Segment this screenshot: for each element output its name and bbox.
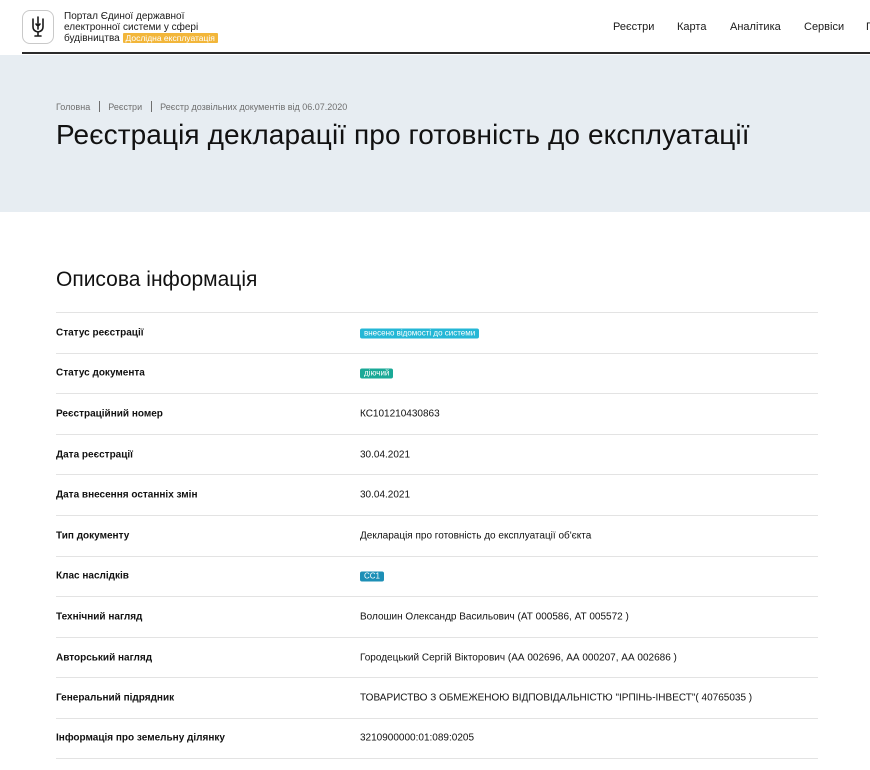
table-row: Генеральний підрядник ТОВАРИСТВО З ОБМЕЖ… [56, 677, 818, 718]
nav-item-map[interactable]: Карта [677, 21, 706, 33]
row-value: КС101210430863 [360, 408, 440, 420]
row-label: Дата реєстрації [56, 449, 133, 461]
breadcrumb-home[interactable]: Головна [56, 102, 90, 112]
document-status-badge: діючий [360, 368, 394, 379]
breadcrumb-permit-registry[interactable]: Реєстр дозвільних документів від 06.07.2… [160, 102, 347, 112]
site-header: Портал Єдиної державної електронної сист… [0, 0, 870, 54]
nav-item-truncated[interactable]: Г [866, 21, 870, 33]
table-row: Технічний нагляд Волошин Олександр Васил… [56, 596, 818, 637]
row-label: Авторський нагляд [56, 652, 153, 664]
main-nav: Реєстри Карта Аналітика Сервіси Г [0, 21, 870, 35]
table-row: Авторський нагляд Городецький Сергій Вік… [56, 636, 818, 678]
row-label: Інформація про земельну ділянку [56, 732, 225, 744]
row-label: Дата внесення останніх змін [56, 489, 198, 501]
row-value: Городецький Сергій Вікторович (АА 002696… [360, 652, 677, 664]
nav-item-registries[interactable]: Реєстри [613, 21, 654, 33]
breadcrumb: Головна Реєстри Реєстр дозвільних докуме… [56, 101, 347, 112]
nav-item-services[interactable]: Сервіси [804, 21, 844, 33]
page-hero: Головна Реєстри Реєстр дозвільних докуме… [0, 55, 870, 212]
table-row: Інформація про земельну ділянку 32109000… [56, 717, 818, 759]
row-label: Технічний нагляд [56, 611, 143, 623]
table-row: Реєстраційний номер КС101210430863 [56, 393, 818, 434]
row-value: діючий [360, 368, 394, 379]
row-value: внесено відомості до системи [360, 327, 480, 339]
table-row: Клас наслідків СС1 [56, 555, 818, 597]
table-row: Тип документу Декларація про готовність … [56, 514, 818, 556]
section-title: Описова інформація [56, 268, 258, 291]
table-row: Дата внесення останніх змін 30.04.2021 [56, 474, 818, 515]
row-value: ТОВАРИСТВО З ОБМЕЖЕНОЮ ВІДПОВІДАЛЬНІСТЮ … [360, 692, 753, 704]
row-value: Декларація про готовність до експлуатаці… [360, 530, 592, 542]
row-value: СС1 [360, 571, 385, 582]
consequence-class-badge: СС1 [360, 571, 385, 582]
row-label: Тип документу [56, 530, 130, 542]
table-row: Статус реєстрації внесено відомості до с… [56, 312, 818, 353]
row-value: 3210900000:01:089:0205 [360, 732, 475, 744]
row-label: Генеральний підрядник [56, 692, 175, 704]
breadcrumb-registries[interactable]: Реєстри [108, 102, 142, 112]
row-label: Реєстраційний номер [56, 408, 163, 420]
nav-item-analytics[interactable]: Аналітика [730, 21, 781, 33]
row-value: 30.04.2021 [360, 489, 411, 501]
row-label: Статус документа [56, 367, 145, 379]
registration-status-badge: внесено відомості до системи [360, 328, 480, 339]
breadcrumb-separator [150, 101, 152, 112]
breadcrumb-separator [98, 101, 100, 112]
page-title: Реєстрація декларації про готовність до … [56, 119, 750, 150]
row-label: Статус реєстрації [56, 327, 144, 339]
row-label: Клас наслідків [56, 570, 129, 582]
info-table: Статус реєстрації внесено відомості до с… [56, 312, 818, 759]
header-divider [22, 52, 870, 54]
table-row: Статус документа діючий [56, 352, 818, 394]
table-row: Дата реєстрації 30.04.2021 [56, 433, 818, 475]
row-value: Волошин Олександр Васильович (АТ 000586,… [360, 611, 629, 623]
row-value: 30.04.2021 [360, 449, 411, 461]
